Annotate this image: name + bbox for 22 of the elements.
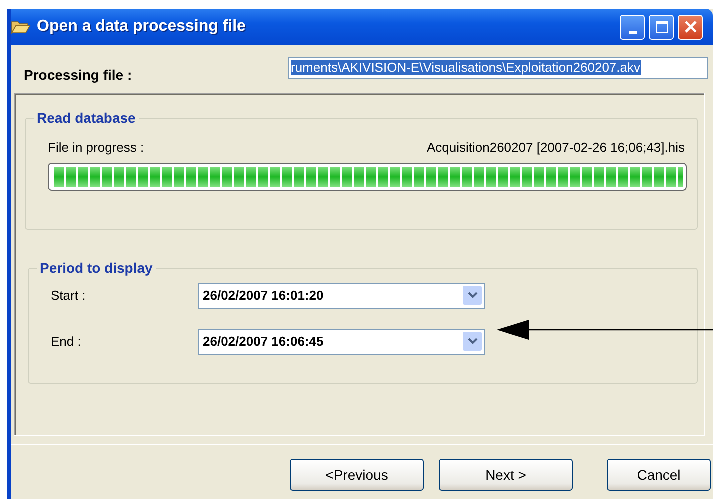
dialog-button[interactable]: Next > bbox=[439, 459, 573, 491]
dropdown-chevron-icon[interactable] bbox=[463, 332, 482, 351]
close-icon bbox=[684, 20, 698, 34]
field-label: Start : bbox=[51, 288, 87, 303]
minimize-button[interactable] bbox=[620, 14, 645, 40]
dropdown-chevron-icon[interactable] bbox=[463, 286, 482, 305]
file-path-field[interactable]: ruments\AKIVISION-E\Visualisations\Exploitation260207.akv bbox=[288, 56, 708, 78]
folder-icon bbox=[11, 19, 31, 35]
field-label: End : bbox=[51, 334, 82, 349]
progress-label: File in progress : bbox=[48, 140, 144, 155]
window-title: Open a data processing file bbox=[37, 18, 247, 36]
close-button[interactable] bbox=[678, 14, 703, 40]
file-name: Acquisition260207 [2007-02-26 16;06;43].his bbox=[426, 140, 685, 155]
dialog-button[interactable]: Cancel bbox=[607, 459, 711, 491]
group-title: Period to display bbox=[39, 260, 154, 276]
dialog-button[interactable]: <Previous bbox=[290, 459, 424, 491]
date-dropdown[interactable]: 26/02/2007 16:06:45 bbox=[198, 328, 485, 354]
date-dropdown[interactable]: 26/02/2007 16:01:20 bbox=[198, 282, 485, 308]
path-value: ruments\AKIVISION-E\Visualisations\Exploitation260207.akv bbox=[291, 60, 640, 75]
group-title: Read database bbox=[36, 110, 137, 126]
maximize-button[interactable] bbox=[649, 14, 674, 40]
field-label: Processing file : bbox=[24, 67, 134, 83]
